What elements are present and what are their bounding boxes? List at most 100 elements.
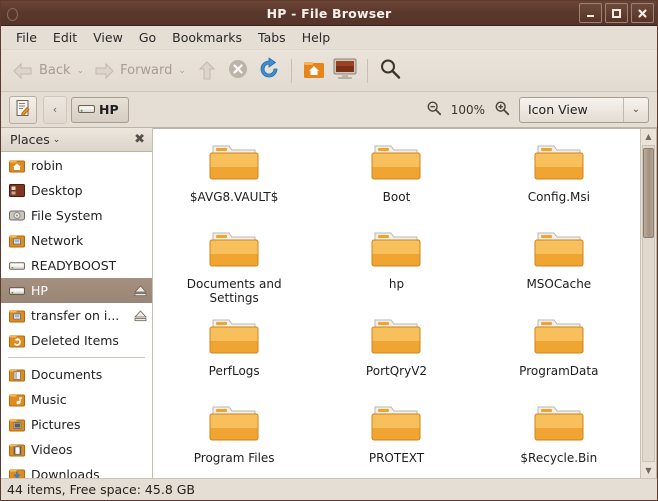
- sidebar-item-transfer[interactable]: transfer on i...: [1, 303, 152, 328]
- file-name: Documents and Settings: [186, 277, 282, 305]
- folder-icon: [533, 226, 585, 274]
- breadcrumb-back-button[interactable]: ‹: [43, 95, 67, 124]
- window-title: HP - File Browser: [266, 5, 392, 21]
- back-dropdown-icon[interactable]: ⌄: [77, 66, 85, 76]
- scroll-down-button[interactable]: ▼: [641, 463, 657, 478]
- view-mode-label: Icon View: [528, 102, 588, 117]
- sidebar-item-deleted-items[interactable]: Deleted Items: [1, 328, 152, 353]
- file-name: ProgramData: [519, 364, 599, 378]
- menu-help[interactable]: Help: [294, 28, 339, 47]
- file-item[interactable]: $Recycle.Bin: [478, 398, 640, 478]
- folder-icon: [208, 400, 260, 448]
- minimize-button[interactable]: [579, 3, 602, 23]
- file-name: Boot: [382, 190, 411, 204]
- file-item[interactable]: Program Files: [153, 398, 315, 478]
- eject-icon[interactable]: [134, 309, 147, 322]
- up-arrow-icon: [195, 59, 219, 83]
- file-name: hp: [388, 277, 405, 291]
- folder-icon: [208, 313, 260, 361]
- vertical-scrollbar[interactable]: ▲ ▼: [640, 129, 656, 478]
- scroll-track[interactable]: [642, 145, 655, 462]
- file-browser-window: HP - File Browser File Edit View Go Book…: [0, 0, 658, 501]
- file-item[interactable]: MSOCache: [478, 224, 640, 311]
- file-item[interactable]: $AVG8.VAULT$: [153, 137, 315, 224]
- status-bar: 44 items, Free space: 45.8 GB: [1, 478, 657, 500]
- file-item[interactable]: Config.Msi: [478, 137, 640, 224]
- menu-file[interactable]: File: [8, 28, 45, 47]
- computer-button[interactable]: [330, 56, 360, 86]
- menu-go[interactable]: Go: [131, 28, 164, 47]
- network-drive-icon: [9, 308, 25, 324]
- file-item[interactable]: hp: [315, 224, 477, 311]
- file-name: MSOCache: [526, 277, 592, 291]
- location-bar: ‹ HP 100% Icon View ⌄: [1, 92, 657, 128]
- places-header[interactable]: Places ⌄ ✖: [1, 128, 152, 152]
- sidebar-item-pictures[interactable]: Pictures: [1, 412, 152, 437]
- sidebar-label: Desktop: [31, 183, 83, 198]
- sidebar-item-file-system[interactable]: File System: [1, 203, 152, 228]
- sidebar-item-videos[interactable]: Videos: [1, 437, 152, 462]
- reload-button[interactable]: [254, 56, 284, 86]
- sidebar-item-documents[interactable]: Documents: [1, 362, 152, 387]
- search-button[interactable]: [375, 56, 405, 86]
- close-sidebar-icon[interactable]: ✖: [134, 133, 145, 146]
- pictures-icon: [9, 417, 25, 433]
- scroll-up-button[interactable]: ▲: [641, 129, 657, 144]
- window-menu-icon[interactable]: [7, 6, 21, 21]
- edit-location-button[interactable]: [9, 95, 37, 124]
- forward-dropdown-icon[interactable]: ⌄: [178, 66, 186, 76]
- zoom-in-button[interactable]: [494, 100, 510, 119]
- sidebar-item-hp[interactable]: HP: [1, 278, 152, 303]
- harddisk-icon: [9, 208, 25, 224]
- sidebar-label: robin: [31, 158, 63, 173]
- menu-bookmarks[interactable]: Bookmarks: [164, 28, 250, 47]
- sidebar-label: Music: [31, 392, 67, 407]
- file-name: Config.Msi: [527, 190, 590, 204]
- sidebar-label: transfer on i...: [31, 308, 120, 323]
- sidebar-label: Network: [31, 233, 84, 248]
- breadcrumb-hp[interactable]: HP: [71, 96, 129, 123]
- drive-icon: [78, 101, 95, 118]
- breadcrumb-label: HP: [99, 102, 119, 117]
- sidebar-item-desktop[interactable]: Desktop: [1, 178, 152, 203]
- sidebar-item-readyboost[interactable]: READYBOOST: [1, 253, 152, 278]
- close-button[interactable]: [631, 3, 654, 23]
- home-button[interactable]: [299, 56, 329, 86]
- up-button[interactable]: [192, 56, 222, 86]
- file-item[interactable]: PerfLogs: [153, 311, 315, 398]
- sidebar-item-network[interactable]: Network: [1, 228, 152, 253]
- sidebar-item-robin[interactable]: robin: [1, 153, 152, 178]
- file-item[interactable]: PortQryV2: [315, 311, 477, 398]
- view-controls: 100% Icon View ⌄: [426, 96, 649, 123]
- music-icon: [9, 392, 25, 408]
- sidebar-item-downloads[interactable]: Downloads: [1, 462, 152, 478]
- menu-edit[interactable]: Edit: [45, 28, 85, 47]
- scroll-thumb[interactable]: [643, 148, 654, 238]
- back-button[interactable]: Back: [9, 56, 73, 86]
- menu-view[interactable]: View: [85, 28, 131, 47]
- forward-button[interactable]: Forward: [90, 56, 174, 86]
- file-item[interactable]: ProgramData: [478, 311, 640, 398]
- desktop-icon: [9, 183, 25, 199]
- folder-icon: [533, 139, 585, 187]
- stop-button[interactable]: [223, 56, 253, 86]
- reload-icon: [257, 57, 281, 84]
- file-item[interactable]: Documents and Settings: [153, 224, 315, 311]
- folder-icon: [208, 139, 260, 187]
- eject-icon[interactable]: [134, 284, 147, 297]
- sidebar-label: Deleted Items: [31, 333, 119, 348]
- menu-tabs[interactable]: Tabs: [250, 28, 294, 47]
- chevron-down-icon: ⌄: [623, 97, 648, 122]
- places-sidebar: Places ⌄ ✖ robin Desktop File System Net…: [1, 128, 153, 478]
- stop-icon: [227, 58, 249, 83]
- zoom-level: 100%: [450, 102, 485, 117]
- file-name: $Recycle.Bin: [520, 451, 598, 465]
- file-item[interactable]: Boot: [315, 137, 477, 224]
- sidebar-item-music[interactable]: Music: [1, 387, 152, 412]
- zoom-out-button[interactable]: [426, 100, 442, 119]
- videos-icon: [9, 442, 25, 458]
- maximize-button[interactable]: [605, 3, 628, 23]
- view-mode-select[interactable]: Icon View ⌄: [519, 96, 649, 123]
- chevron-down-icon[interactable]: ⌄: [53, 135, 61, 145]
- file-item[interactable]: PROTEXT: [315, 398, 477, 478]
